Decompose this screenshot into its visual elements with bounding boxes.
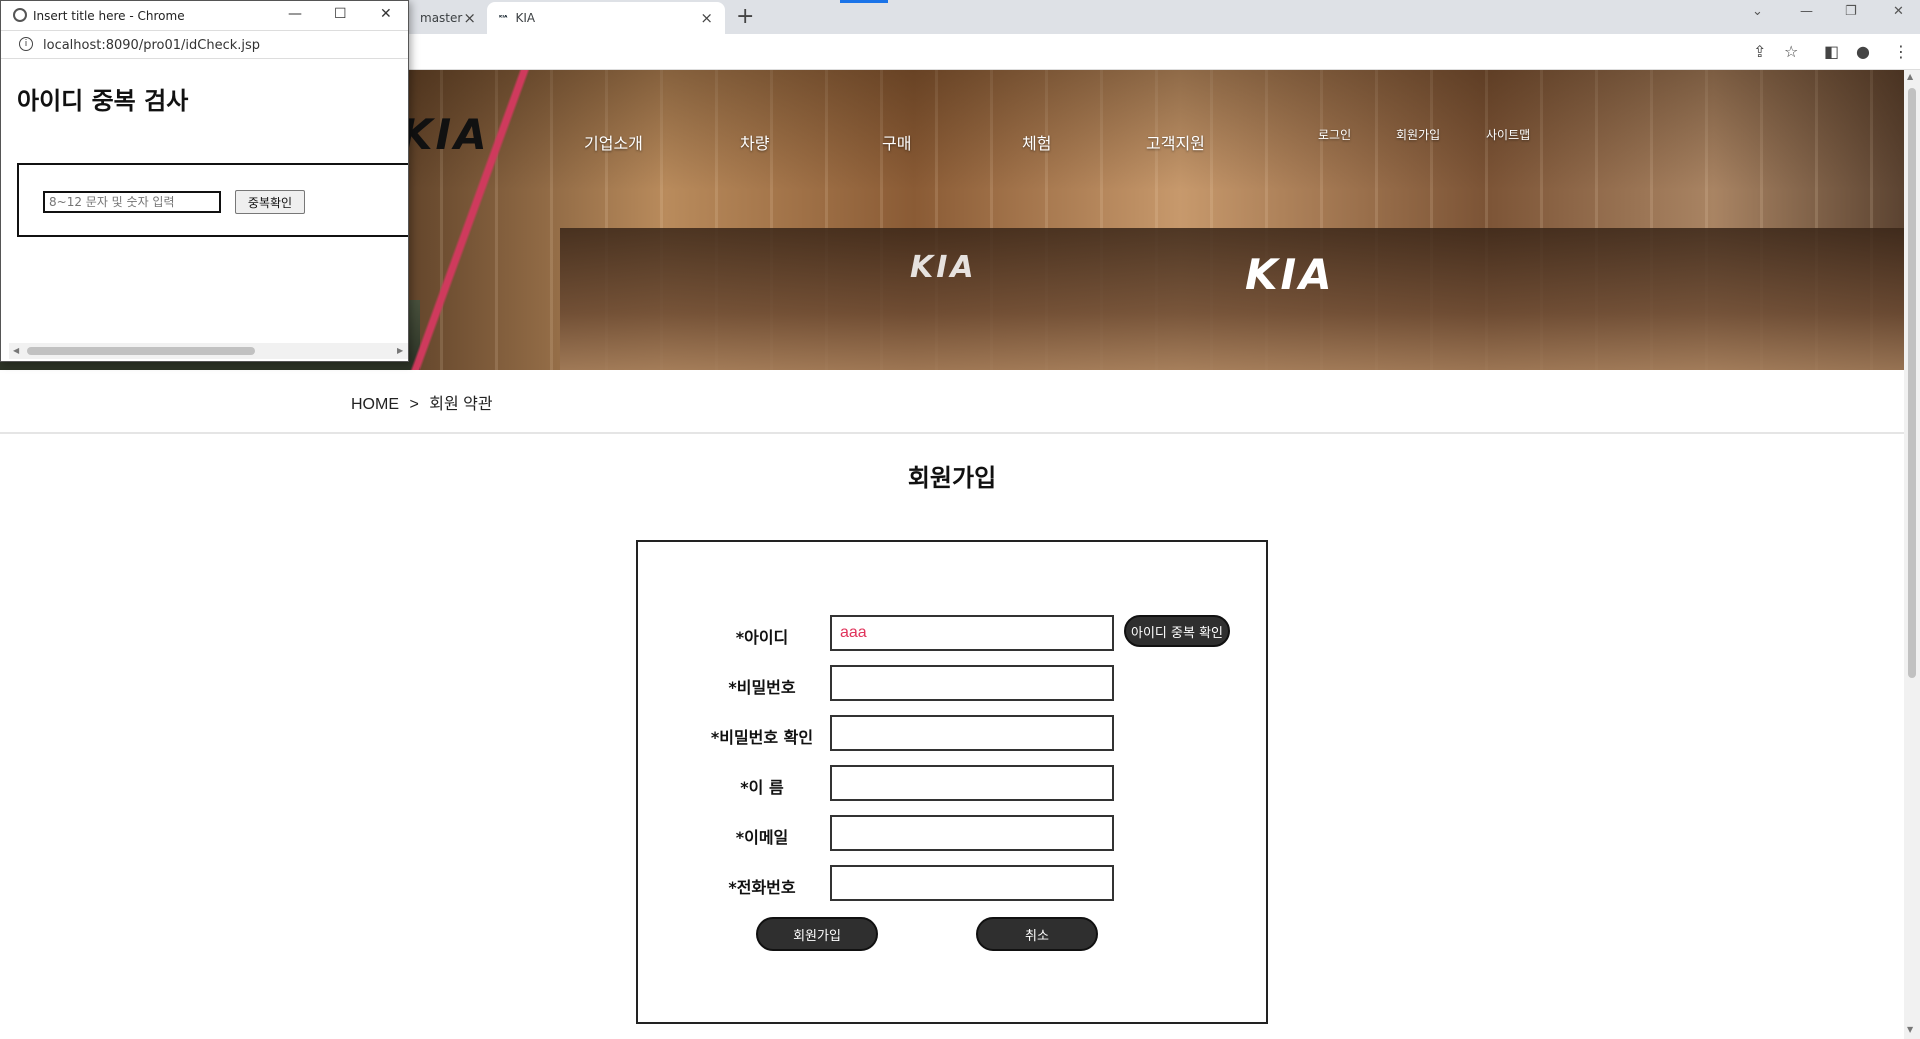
password-confirm-label: *비밀번호 확인	[710, 728, 814, 747]
breadcrumb: HOME > 회원 약관	[351, 390, 493, 414]
menu-kebab-icon[interactable]: ⋮	[1893, 42, 1909, 61]
form-row-id: *아이디 아이디 중복 확인	[638, 615, 1270, 651]
popup-maximize-icon[interactable]: ☐	[334, 6, 347, 22]
form-row-password-confirm: *비밀번호 확인	[638, 715, 1270, 751]
tab-master[interactable]: master ×	[408, 2, 488, 34]
popup-hscrollbar[interactable]: ◀ ▶	[9, 343, 408, 359]
profile-avatar-icon[interactable]: ●	[1856, 42, 1870, 61]
id-check-popup-window: Insert title here - Chrome — ☐ ✕ i local…	[0, 0, 409, 362]
password-label: *비밀번호	[728, 678, 796, 697]
scroll-up-icon[interactable]: ▲	[1907, 72, 1913, 81]
scroll-left-icon[interactable]: ◀	[13, 346, 19, 355]
share-icon[interactable]: ⇪	[1753, 42, 1766, 61]
cancel-button[interactable]: 취소	[976, 917, 1098, 951]
popup-window-title: Insert title here - Chrome	[33, 9, 185, 23]
util-sitemap[interactable]: 사이트맵	[1486, 126, 1530, 143]
form-row-email: *이메일	[638, 815, 1270, 851]
nav-company[interactable]: 기업소개	[584, 130, 643, 154]
close-window-icon[interactable]: ✕	[1893, 4, 1904, 19]
page-title: 회원가입	[907, 464, 997, 492]
form-row-password: *비밀번호	[638, 665, 1270, 701]
id-duplicate-check-button[interactable]: 아이디 중복 확인	[1124, 615, 1230, 647]
nav-purchase[interactable]: 구매	[882, 130, 911, 154]
popup-heading: 아이디 중복 검사	[17, 87, 189, 115]
password-input[interactable]	[830, 665, 1114, 701]
restore-icon[interactable]: ❐	[1845, 4, 1857, 19]
scrollbar-thumb[interactable]	[1908, 88, 1916, 678]
tab-kia[interactable]: ᴷᴵᴬ KIA ×	[487, 2, 725, 34]
popup-titlebar: Insert title here - Chrome — ☐ ✕	[1, 1, 408, 31]
scroll-right-icon[interactable]: ▶	[397, 346, 403, 355]
kia-favicon-icon: ᴷᴵᴬ	[499, 14, 508, 22]
nav-vehicles[interactable]: 차량	[740, 130, 769, 154]
popup-address-bar: i localhost:8090/pro01/idCheck.jsp	[1, 31, 408, 59]
form-actions: 회원가입 취소	[638, 917, 1270, 953]
nav-support[interactable]: 고객지원	[1146, 130, 1205, 154]
breadcrumb-current: 회원 약관	[429, 396, 493, 413]
close-tab-icon[interactable]: ×	[700, 9, 713, 27]
tab-label: KIA	[515, 11, 536, 25]
minimize-icon[interactable]: —	[1800, 4, 1813, 19]
tab-search-icon[interactable]: ⌄	[1752, 4, 1763, 19]
join-form: *아이디 아이디 중복 확인 *비밀번호 *비밀번호 확인 *이 름 *이메일 …	[636, 540, 1268, 1024]
phone-label: *전화번호	[728, 878, 796, 897]
util-join[interactable]: 회원가입	[1396, 126, 1440, 143]
password-confirm-input[interactable]	[830, 715, 1114, 751]
kia-logo[interactable]: KIA	[400, 110, 490, 159]
globe-icon	[13, 8, 27, 22]
wall-logo: KIA	[910, 250, 977, 285]
tab-indicator	[840, 0, 888, 3]
breadcrumb-separator: >	[409, 396, 419, 413]
id-check-form: 중복확인	[17, 163, 408, 237]
popup-url[interactable]: localhost:8090/pro01/idCheck.jsp	[43, 38, 260, 53]
id-check-input[interactable]	[43, 191, 221, 213]
popup-close-icon[interactable]: ✕	[380, 6, 392, 22]
popup-minimize-icon[interactable]: —	[288, 6, 302, 22]
tab-label: master	[420, 11, 463, 25]
form-row-phone: *전화번호	[638, 865, 1270, 901]
join-submit-button[interactable]: 회원가입	[756, 917, 878, 951]
id-check-button[interactable]: 중복확인	[235, 190, 305, 214]
form-row-name: *이 름	[638, 765, 1270, 801]
breadcrumb-home[interactable]: HOME	[351, 396, 399, 413]
header-divider	[0, 432, 1904, 434]
email-input[interactable]	[830, 815, 1114, 851]
phone-input[interactable]	[830, 865, 1114, 901]
wall-logo: KIA	[1245, 250, 1335, 299]
email-label: *이메일	[735, 828, 789, 847]
id-label: *아이디	[735, 628, 789, 647]
hero-wall-band	[560, 228, 1904, 370]
side-panel-icon[interactable]: ◧	[1824, 42, 1839, 61]
info-icon[interactable]: i	[19, 37, 33, 51]
scroll-down-icon[interactable]: ▼	[1907, 1025, 1913, 1034]
nav-experience[interactable]: 체험	[1022, 130, 1051, 154]
bookmark-star-icon[interactable]: ☆	[1784, 42, 1798, 61]
page-scrollbar[interactable]: ▲ ▼	[1904, 70, 1920, 1039]
new-tab-button[interactable]: +	[736, 4, 754, 29]
name-input[interactable]	[830, 765, 1114, 801]
name-label: *이 름	[740, 778, 784, 797]
popup-content: 아이디 중복 검사 중복확인	[9, 59, 408, 349]
id-input[interactable]	[830, 615, 1114, 651]
util-login[interactable]: 로그인	[1318, 126, 1351, 143]
close-tab-icon[interactable]: ×	[463, 9, 476, 27]
hscroll-thumb[interactable]	[27, 347, 255, 355]
